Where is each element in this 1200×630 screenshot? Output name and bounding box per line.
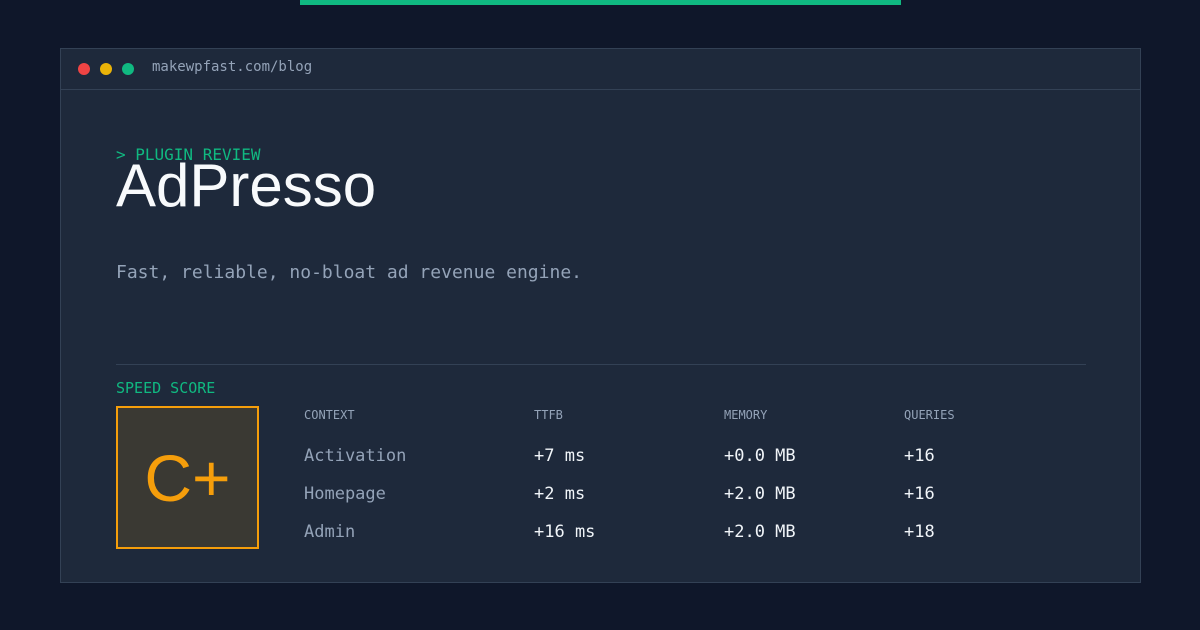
- window-url: makewpfast.com/blog: [152, 59, 313, 75]
- column-header-queries: QUERIES: [904, 408, 955, 422]
- top-accent-bar: [300, 0, 901, 5]
- row-queries-cell: +18: [904, 522, 935, 542]
- row-queries-cell: +16: [904, 446, 935, 466]
- row-context-cell: Homepage: [304, 484, 386, 504]
- tagline: Fast, reliable, no-bloat ad revenue engi…: [116, 262, 582, 283]
- column-header-context: CONTEXT: [304, 408, 355, 422]
- page-title: AdPresso: [116, 152, 377, 219]
- row-ttfb-cell: +16 ms: [534, 522, 596, 542]
- row-ttfb-cell: +2 ms: [534, 484, 586, 504]
- row-context-cell: Activation: [304, 446, 407, 466]
- window-titlebar: makewpfast.com/blog: [61, 49, 1140, 90]
- browser-window: makewpfast.com/blog > PLUGIN REVIEW AdPr…: [60, 48, 1141, 583]
- speed-score-label: SPEED SCORE: [116, 379, 216, 397]
- row-memory-cell: +2.0 MB: [724, 522, 796, 542]
- row-memory-cell: +0.0 MB: [724, 446, 796, 466]
- column-header-ttfb: TTFB: [534, 408, 563, 422]
- minimize-dot-icon[interactable]: [100, 63, 112, 75]
- row-context-cell: Admin: [304, 522, 356, 542]
- column-header-memory: MEMORY: [724, 408, 768, 422]
- divider: [116, 364, 1086, 365]
- grade-value: C+: [144, 440, 231, 515]
- maximize-dot-icon[interactable]: [122, 63, 134, 75]
- grade-badge: C+: [116, 406, 259, 549]
- close-dot-icon[interactable]: [78, 63, 90, 75]
- row-ttfb-cell: +7 ms: [534, 446, 586, 466]
- row-queries-cell: +16: [904, 484, 935, 504]
- row-memory-cell: +2.0 MB: [724, 484, 796, 504]
